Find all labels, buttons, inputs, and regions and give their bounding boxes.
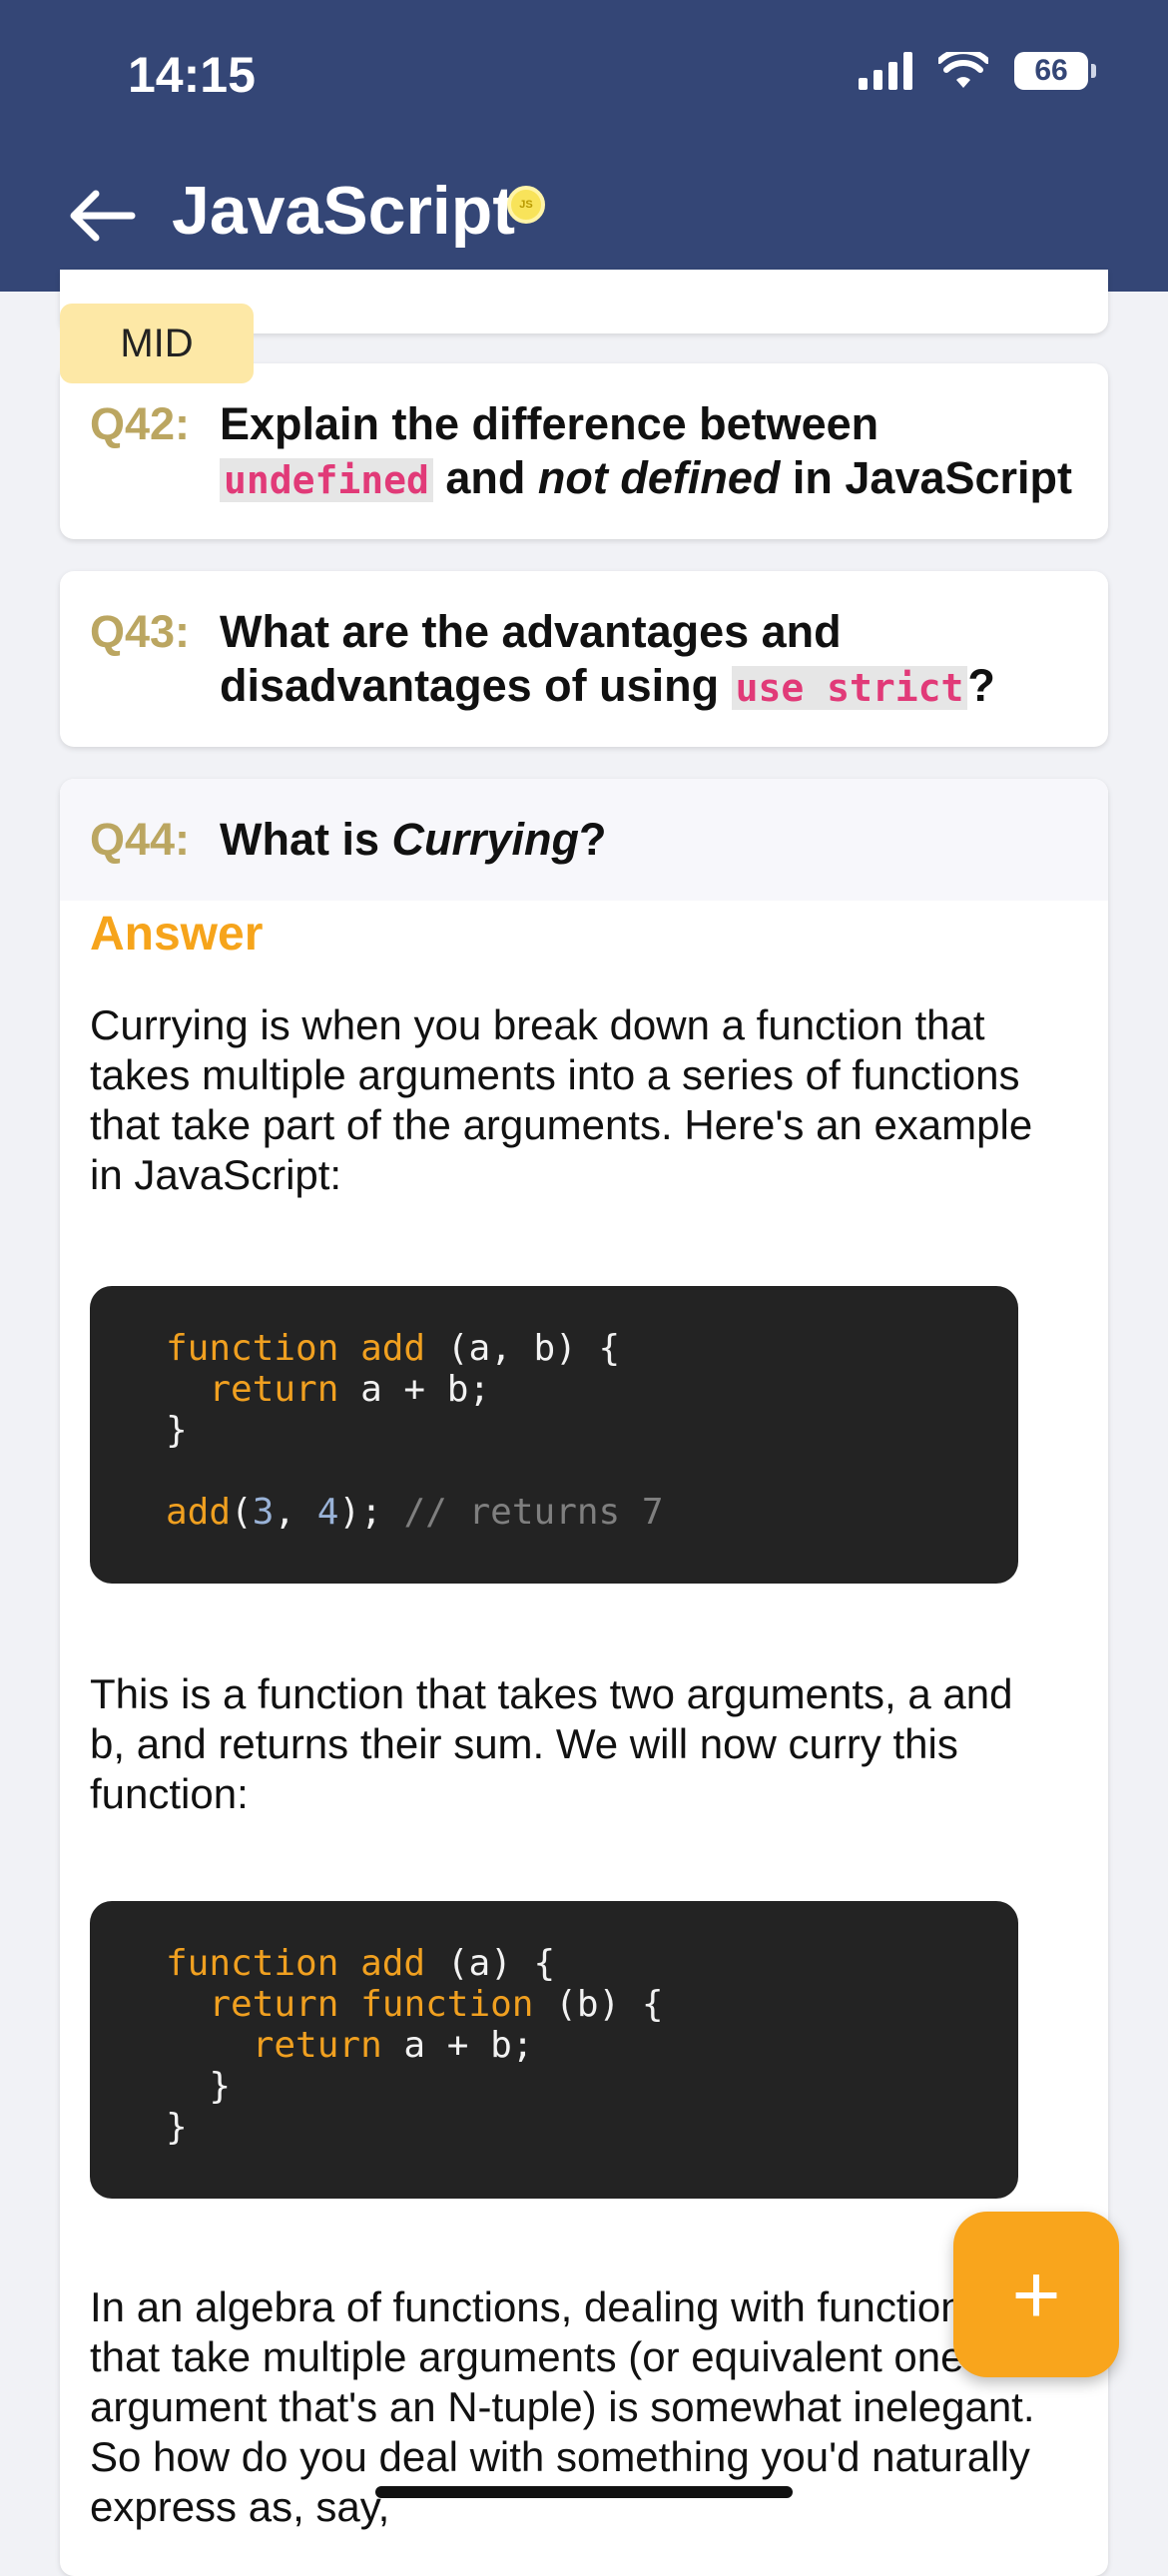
battery-icon: 66 [1014,52,1096,90]
inline-code: use strict [731,666,968,710]
question-number: Q44: [90,814,191,865]
question-number: Q42: [90,398,191,449]
signal-icon [859,52,912,90]
status-icons: 66 [859,52,1096,90]
code-block: function add (a) { return function (b) {… [90,1901,1018,2199]
question-text: What is Currying? [220,814,607,865]
wifi-icon [938,52,988,88]
code-block: function add (a, b) { return a + b; } ad… [90,1286,1018,1584]
question-number: Q43: [90,606,191,657]
back-arrow-icon[interactable] [66,176,138,256]
js-logo-icon: JS [507,186,545,224]
question-card-q43[interactable]: Q43: What are the advantages and disadva… [60,571,1108,747]
inline-code: undefined [220,458,433,502]
home-indicator[interactable] [375,2486,793,2498]
answer-paragraph: This is a function that takes two argume… [90,1670,1013,1817]
add-button[interactable]: + [953,2212,1119,2377]
page-title: JavaScript [172,173,515,249]
question-text: What are the advantages and disadvantage… [220,606,995,711]
question-text: Explain the difference between undefined… [220,398,1073,503]
question-card-q42[interactable]: Q42: Explain the difference between unde… [60,363,1108,539]
answer-label: Answer [90,908,264,961]
app-header: 14:15 66 JavaScript JS [0,0,1168,292]
answer-paragraph: Currying is when you break down a functi… [90,1001,1033,1198]
difficulty-badge: MID [60,304,254,383]
question-card-q44[interactable]: Q44: What is Currying? Answer Currying i… [60,779,1108,2576]
status-time: 14:15 [128,47,256,103]
